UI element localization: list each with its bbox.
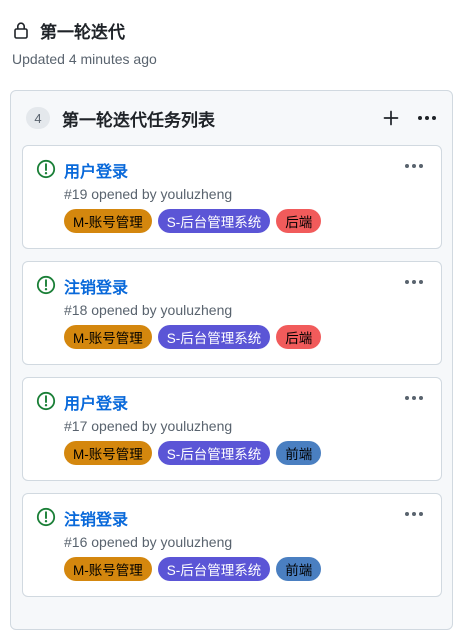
label-system[interactable]: S-后台管理系统: [157, 441, 271, 465]
issue-card[interactable]: 用户登录 #19 opened by youluzheng M-账号管理 S-后…: [22, 145, 442, 249]
issue-labels: M-账号管理 S-后台管理系统 后端: [64, 209, 322, 233]
issue-labels: M-账号管理 S-后台管理系统 前端: [64, 557, 322, 581]
label-area[interactable]: 前端: [276, 441, 322, 465]
kebab-horizontal-icon: [405, 512, 423, 516]
column-count-badge: 4: [26, 107, 50, 129]
card-menu-button[interactable]: [401, 270, 427, 294]
issue-card[interactable]: 注销登录 #18 opened by youluzheng M-账号管理 S-后…: [22, 261, 442, 365]
issue-labels: M-账号管理 S-后台管理系统 后端: [64, 325, 322, 349]
add-item-button[interactable]: [377, 105, 405, 131]
project-header: 第一轮迭代 Updated 4 minutes ago: [12, 16, 442, 67]
issue-meta: #16 opened by youluzheng: [64, 534, 233, 550]
issue-title-link[interactable]: 用户登录: [64, 158, 128, 182]
card-menu-button[interactable]: [401, 154, 427, 178]
updated-timestamp: Updated 4 minutes ago: [12, 51, 157, 67]
label-module[interactable]: M-账号管理: [64, 557, 152, 581]
issue-title-link[interactable]: 注销登录: [64, 274, 128, 298]
issue-labels: M-账号管理 S-后台管理系统 前端: [64, 441, 322, 465]
issue-title-link[interactable]: 注销登录: [64, 506, 128, 530]
issue-title-link[interactable]: 用户登录: [64, 390, 128, 414]
label-area[interactable]: 后端: [276, 209, 322, 233]
column-menu-button[interactable]: [413, 105, 441, 131]
card-menu-button[interactable]: [401, 386, 427, 410]
issue-meta: #18 opened by youluzheng: [64, 302, 233, 318]
label-area[interactable]: 后端: [276, 325, 322, 349]
board-column: 4 第一轮迭代任务列表 用户登录 #19 opened by youluzhen…: [10, 90, 453, 630]
issue-opened-icon: [36, 507, 56, 527]
column-header: 4 第一轮迭代任务列表: [26, 105, 441, 131]
page-title: 第一轮迭代: [40, 22, 125, 42]
card-menu-button[interactable]: [401, 502, 427, 526]
label-system[interactable]: S-后台管理系统: [157, 209, 271, 233]
plus-icon: [383, 110, 399, 126]
label-module[interactable]: M-账号管理: [64, 209, 152, 233]
kebab-horizontal-icon: [405, 396, 423, 400]
label-module[interactable]: M-账号管理: [64, 441, 152, 465]
title-row: 第一轮迭代: [12, 16, 442, 44]
issue-opened-icon: [36, 391, 56, 411]
label-system[interactable]: S-后台管理系统: [157, 325, 271, 349]
issue-meta: #17 opened by youluzheng: [64, 418, 233, 434]
issue-opened-icon: [36, 275, 56, 295]
column-title: 第一轮迭代任务列表: [62, 110, 215, 130]
issue-card[interactable]: 注销登录 #16 opened by youluzheng M-账号管理 S-后…: [22, 493, 442, 597]
issue-card[interactable]: 用户登录 #17 opened by youluzheng M-账号管理 S-后…: [22, 377, 442, 481]
label-module[interactable]: M-账号管理: [64, 325, 152, 349]
kebab-horizontal-icon: [405, 280, 423, 284]
issue-opened-icon: [36, 159, 56, 179]
kebab-horizontal-icon: [418, 116, 436, 120]
issue-meta: #19 opened by youluzheng: [64, 186, 233, 202]
lock-icon: [12, 21, 30, 39]
label-system[interactable]: S-后台管理系统: [157, 557, 271, 581]
kebab-horizontal-icon: [405, 164, 423, 168]
label-area[interactable]: 前端: [276, 557, 322, 581]
